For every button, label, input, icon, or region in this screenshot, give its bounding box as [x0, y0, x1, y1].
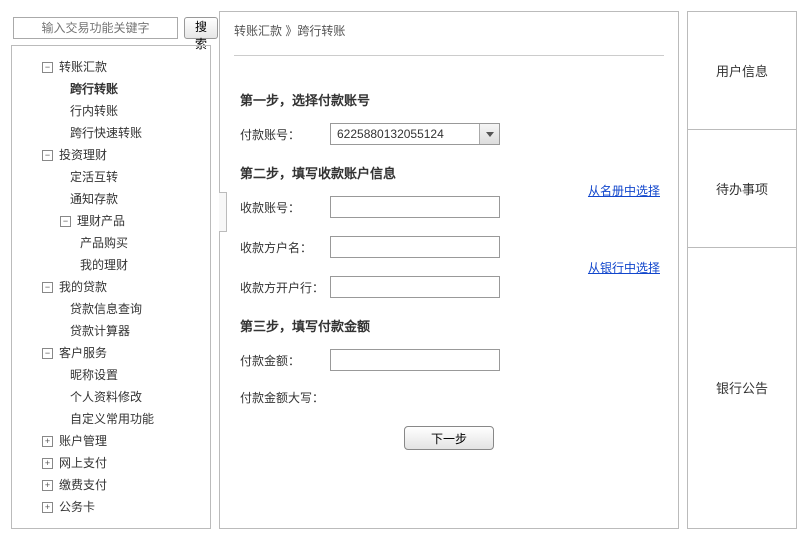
nav-transfer[interactable]: −转账汇款: [42, 56, 210, 78]
chevron-down-icon: [479, 124, 499, 144]
nav-loan[interactable]: −我的贷款: [42, 276, 210, 298]
search-input[interactable]: [13, 17, 178, 39]
nav-tree: −转账汇款 跨行转账 行内转账 跨行快速转账 −投资理财 定活互转 通知存款 −…: [11, 45, 211, 529]
minus-icon[interactable]: −: [42, 348, 53, 359]
nav-official-card[interactable]: +公务卡: [42, 496, 210, 518]
panel-notice[interactable]: 银行公告: [687, 248, 797, 529]
minus-icon[interactable]: −: [42, 62, 53, 73]
nav-service-nick[interactable]: 昵称设置: [42, 364, 210, 386]
breadcrumb: 转账汇款 》跨行转账: [220, 12, 678, 49]
nav-transfer-fast[interactable]: 跨行快速转账: [42, 122, 210, 144]
nav-service-custom[interactable]: 自定义常用功能: [42, 408, 210, 430]
payer-account-select[interactable]: 6225880132055124: [330, 123, 500, 145]
panel-todo[interactable]: 待办事项: [687, 130, 797, 248]
nav-loan-query[interactable]: 贷款信息查询: [42, 298, 210, 320]
plus-icon[interactable]: +: [42, 436, 53, 447]
payer-account-value: 6225880132055124: [337, 127, 444, 141]
nav-invest-products[interactable]: −理财产品: [42, 210, 210, 232]
minus-icon[interactable]: −: [42, 150, 53, 161]
payee-bank-input[interactable]: [330, 276, 500, 298]
minus-icon[interactable]: −: [60, 216, 71, 227]
payee-account-label: 收款账号：: [240, 199, 330, 216]
link-addressbook[interactable]: 从名册中选择: [588, 182, 660, 199]
amount-label: 付款金额：: [240, 352, 330, 369]
nav-invest-notice[interactable]: 通知存款: [42, 188, 210, 210]
payee-account-input[interactable]: [330, 196, 500, 218]
panel-user-info[interactable]: 用户信息: [687, 11, 797, 130]
nav-pay-fee[interactable]: +缴费支付: [42, 474, 210, 496]
step2-title: 第二步，填写收款账户信息: [240, 163, 658, 182]
step1-title: 第一步，选择付款账号: [240, 90, 658, 109]
next-button[interactable]: 下一步: [404, 426, 494, 450]
nav-invest[interactable]: −投资理财: [42, 144, 210, 166]
plus-icon[interactable]: +: [42, 502, 53, 513]
nav-transfer-interbank[interactable]: 跨行转账: [42, 78, 210, 100]
plus-icon[interactable]: +: [42, 458, 53, 469]
nav-account[interactable]: +账户管理: [42, 430, 210, 452]
nav-service-profile[interactable]: 个人资料修改: [42, 386, 210, 408]
divider: [234, 55, 664, 56]
nav-invest-my[interactable]: 我的理财: [42, 254, 210, 276]
nav-transfer-internal[interactable]: 行内转账: [42, 100, 210, 122]
nav-invest-buy[interactable]: 产品购买: [42, 232, 210, 254]
minus-icon[interactable]: −: [42, 282, 53, 293]
payee-name-input[interactable]: [330, 236, 500, 258]
step3-title: 第三步，填写付款金额: [240, 316, 658, 335]
nav-pay-online[interactable]: +网上支付: [42, 452, 210, 474]
nav-service[interactable]: −客户服务: [42, 342, 210, 364]
plus-icon[interactable]: +: [42, 480, 53, 491]
nav-invest-deposit[interactable]: 定活互转: [42, 166, 210, 188]
payee-bank-label: 收款方开户行：: [240, 279, 330, 296]
amount-input[interactable]: [330, 349, 500, 371]
link-bank[interactable]: 从银行中选择: [588, 259, 660, 276]
payee-name-label: 收款方户名：: [240, 239, 330, 256]
amount-words-label: 付款金额大写：: [240, 389, 330, 406]
payer-account-label: 付款账号：: [240, 126, 330, 143]
nav-loan-calc[interactable]: 贷款计算器: [42, 320, 210, 342]
search-button[interactable]: 搜索: [184, 17, 218, 39]
